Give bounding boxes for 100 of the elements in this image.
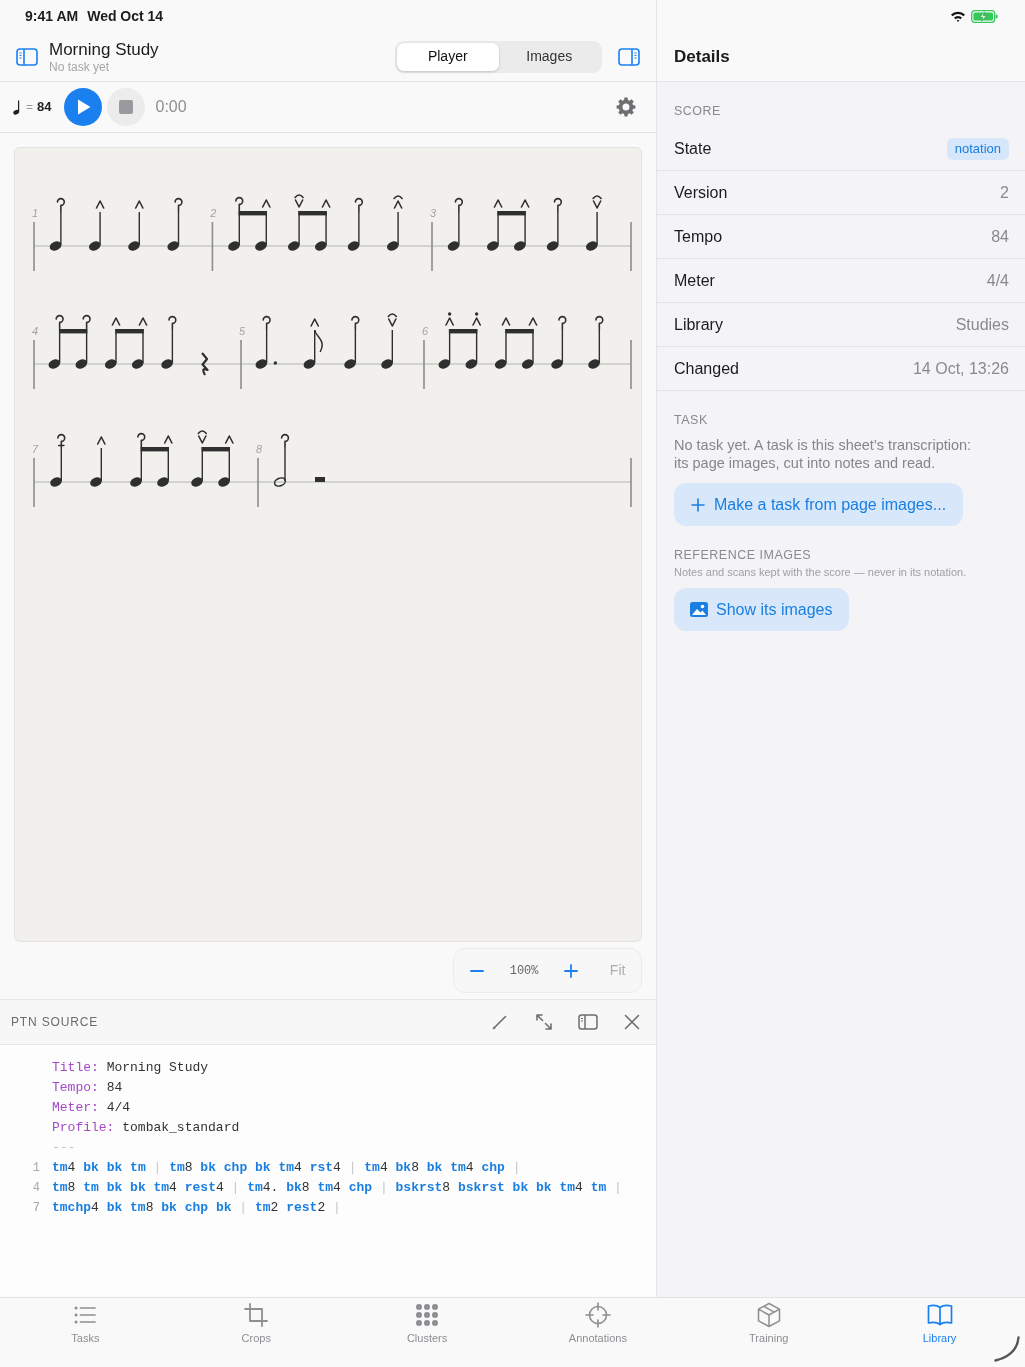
- play-icon: [77, 99, 92, 115]
- document-title: Morning Study: [49, 39, 159, 60]
- row-label: Changed: [674, 358, 739, 379]
- caret-mark: [493, 199, 503, 208]
- line-number: 7: [32, 1201, 40, 1215]
- measure-number: 5: [238, 325, 246, 337]
- barline: [33, 339, 35, 390]
- caret-mark: [138, 317, 148, 326]
- section-heading: TASK: [673, 412, 709, 428]
- measure-number: 7: [31, 443, 39, 455]
- sidebar-left-icon[interactable]: [578, 1012, 598, 1032]
- barline: [431, 221, 433, 272]
- row-label: Tempo: [674, 226, 723, 247]
- photo-icon: [690, 602, 708, 617]
- measure-number: 1: [31, 207, 39, 219]
- measure-number: 2: [210, 207, 217, 219]
- segment-tab[interactable]: Images: [498, 42, 600, 71]
- quarter-rest: [201, 352, 209, 376]
- quarter-note: [546, 211, 559, 251]
- curve-drawing: [994, 1336, 1020, 1362]
- measure-number: 6: [421, 325, 429, 337]
- measure-number: 4: [31, 325, 39, 337]
- quarter-note: [128, 211, 140, 251]
- tab-bar-item[interactable]: Annotations: [512, 1298, 684, 1367]
- quarter-note: [347, 211, 360, 251]
- barred-hook-mark: [57, 433, 66, 449]
- note-beam: [298, 211, 327, 216]
- quarter-note: [89, 211, 101, 251]
- tab-bar-item[interactable]: Clusters: [341, 1298, 513, 1367]
- note-beam: [58, 329, 88, 334]
- battery-icon: [971, 9, 998, 23]
- barline: [630, 221, 632, 272]
- code-line: ---: [52, 1139, 76, 1157]
- dotted-caret-mark: [472, 312, 482, 326]
- hook-mark: [595, 315, 604, 331]
- settings-icon[interactable]: [616, 97, 636, 117]
- plus-icon[interactable]: [563, 963, 578, 978]
- hook-mark: [55, 314, 64, 330]
- sidebar-left-icon[interactable]: [16, 47, 38, 66]
- tab-bar-item[interactable]: Training: [683, 1298, 855, 1367]
- row-label: Library: [674, 314, 723, 335]
- crop-icon: [243, 1302, 270, 1328]
- caret-mark: [310, 318, 320, 327]
- tempo-equals: =: [26, 99, 33, 116]
- hook-mark: [553, 197, 563, 213]
- note-beam: [238, 211, 267, 216]
- note-beam: [448, 329, 478, 334]
- zoom-level: 100%: [509, 962, 539, 980]
- caret-mark: [528, 317, 538, 326]
- hook-mark: [280, 433, 290, 449]
- barline: [240, 339, 242, 390]
- quarter-note: [447, 211, 460, 251]
- half-note: [273, 447, 287, 487]
- tab-bar-item[interactable]: Crops: [170, 1298, 342, 1367]
- quarter-note: [49, 211, 62, 251]
- panel-title: Details: [674, 45, 730, 68]
- quarter-note: [161, 329, 174, 369]
- close-icon[interactable]: [622, 1012, 642, 1032]
- barline: [33, 221, 35, 272]
- show-images-button[interactable]: Show its images: [674, 588, 849, 631]
- section-heading: REFERENCE IMAGES: [673, 547, 813, 563]
- expand-icon[interactable]: [534, 1012, 554, 1032]
- panel-title: PTN SOURCE: [11, 1014, 99, 1031]
- task-description: No task yet. A task is this sheet’s transcription: its page images, cut into notes and read.: [674, 436, 973, 472]
- barline: [630, 339, 632, 390]
- tab-bar-item[interactable]: Library: [854, 1298, 1025, 1367]
- crosshair-icon: [584, 1302, 611, 1328]
- caret-mark: [224, 435, 234, 444]
- grid-icon: [414, 1302, 441, 1328]
- hook-mark: [174, 197, 183, 213]
- row-value: 2: [1000, 182, 1009, 203]
- quarter-note: [344, 329, 357, 369]
- plus-icon: [691, 497, 705, 512]
- barline: [33, 457, 35, 508]
- note-beam: [505, 329, 534, 334]
- quarter-note: [167, 211, 180, 251]
- hook-mark: [354, 197, 364, 213]
- row-value: Studies: [955, 314, 1009, 335]
- row-label: State: [674, 138, 712, 159]
- tab-bar-item[interactable]: Tasks: [0, 1298, 171, 1367]
- line-number: 1: [32, 1161, 40, 1175]
- dotted-caret-mark: [445, 312, 455, 326]
- play-button[interactable]: [64, 88, 103, 126]
- half-rest: [315, 477, 325, 482]
- make-task-button[interactable]: Make a task from page images...: [674, 483, 964, 526]
- dotted-quarter-note: [255, 329, 278, 369]
- line-number: 4: [32, 1181, 40, 1195]
- quarter-note: [551, 329, 564, 369]
- code-line: Tempo: 84: [52, 1079, 123, 1097]
- row-label: Meter: [674, 270, 715, 291]
- document-subtitle: No task yet: [49, 59, 111, 74]
- section-heading: SCORE: [673, 103, 722, 119]
- arched-caret-mark: [393, 195, 403, 209]
- hook-mark: [454, 197, 464, 213]
- measure-number: 8: [255, 443, 263, 455]
- segment-tab[interactable]: Player: [397, 42, 499, 71]
- caret-mark: [95, 200, 105, 209]
- sidebar-right-icon[interactable]: [618, 47, 640, 66]
- playback-time: 0:00: [155, 97, 187, 117]
- eighth-note: [303, 329, 323, 369]
